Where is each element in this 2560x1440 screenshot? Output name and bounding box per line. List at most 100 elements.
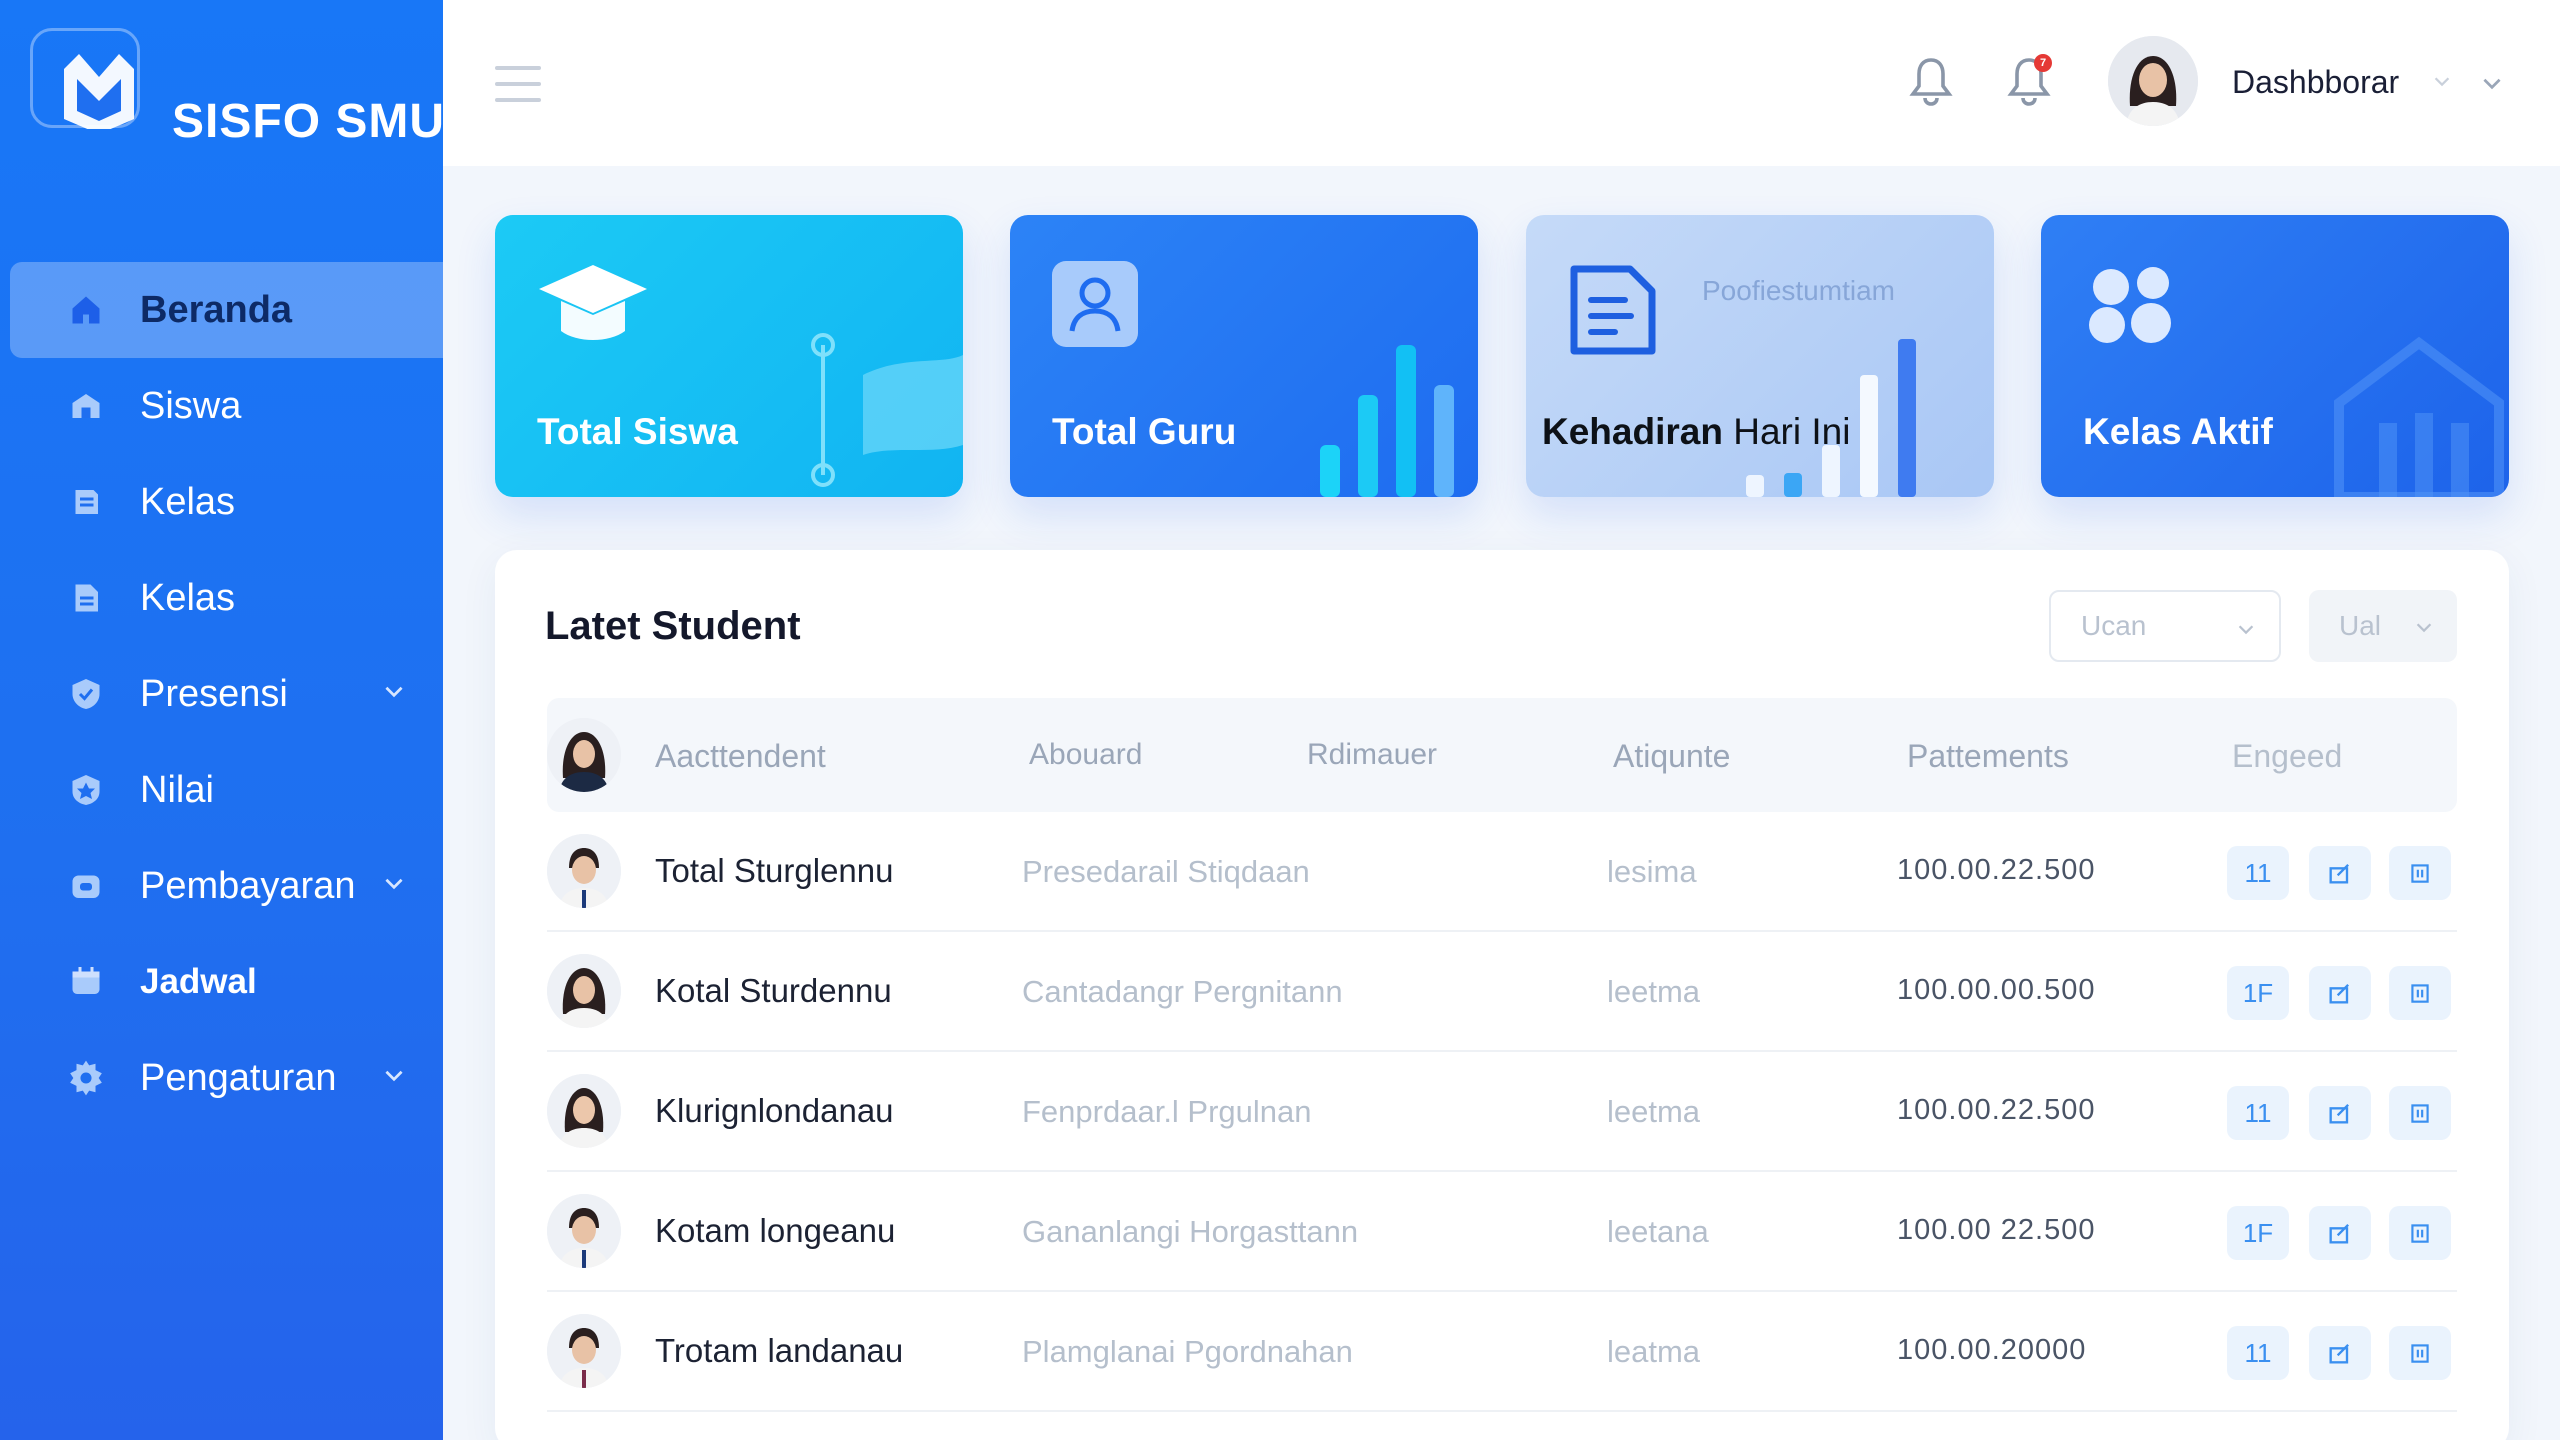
column-header[interactable]: Pattements <box>1907 738 2069 775</box>
avatar <box>547 834 621 908</box>
graduation-cap-icon <box>539 265 647 340</box>
avatar <box>547 1074 621 1148</box>
table-row[interactable]: Kotal Sturdennu Cantadangr Pergnitann le… <box>547 932 2457 1052</box>
filter-label: Ucan <box>2081 610 2147 641</box>
delete-button[interactable] <box>2389 846 2451 900</box>
column-header[interactable]: Rdimauer <box>1307 738 1437 772</box>
sidebar-item-label: Beranda <box>140 288 293 331</box>
building-decor-icon <box>2334 336 2504 497</box>
sidebar-item-nilai[interactable]: Nilai <box>0 742 443 838</box>
chevron-down-icon <box>2238 625 2254 635</box>
student-status: lesima <box>1607 854 1697 889</box>
sidebar-item-label: Siswa <box>140 384 242 427</box>
column-header[interactable]: Atiqunte <box>1613 738 1730 775</box>
sidebar-item-kelas-2[interactable]: Kelas <box>0 550 443 646</box>
view-button[interactable]: 11 <box>2227 1086 2289 1140</box>
table-row[interactable]: Total Sturglennu Presedarail Stiqdaan le… <box>547 812 2457 932</box>
avatar <box>547 718 621 792</box>
sidebar-item-presensi[interactable]: Presensi <box>0 646 443 742</box>
student-name[interactable]: Kotam longeanu <box>655 1212 895 1250</box>
chevron-down-icon <box>385 878 403 890</box>
student-payment: 100.00.22.500 <box>1897 1094 2096 1126</box>
brand-logo <box>30 28 140 129</box>
student-payment: 100.00.20000 <box>1897 1334 2087 1366</box>
wallet-icon <box>66 866 106 906</box>
student-status: leetma <box>1607 974 1701 1009</box>
user-name[interactable]: Dashbborar <box>2232 64 2399 101</box>
logo-icon <box>64 54 134 129</box>
view-button[interactable]: 11 <box>2227 1326 2289 1380</box>
stat-card-title: Total Guru <box>1052 411 1237 452</box>
delete-icon <box>2411 1104 2429 1123</box>
stat-card-title: Kehadiran Hari Ini <box>1542 411 1850 453</box>
stat-card-kelas-aktif[interactable]: Kelas Aktif <box>2041 215 2509 497</box>
chevron-down-icon <box>2416 623 2432 633</box>
student-name[interactable]: Trotam landanau <box>655 1332 903 1370</box>
table-row[interactable]: Klurignlondanau Fenprdaar.l Prgulnan lee… <box>547 1052 2457 1172</box>
delete-button[interactable] <box>2389 966 2451 1020</box>
edit-button[interactable] <box>2309 1326 2371 1380</box>
badge-icon <box>66 770 106 810</box>
sidebar-item-label: Pengaturan <box>140 1056 337 1099</box>
sidebar-nav: Beranda Siswa Kelas Kelas Presensi Nilai… <box>0 262 443 1126</box>
student-name[interactable]: Klurignlondanau <box>655 1092 894 1130</box>
delete-button[interactable] <box>2389 1086 2451 1140</box>
brand[interactable]: SISFO SMU <box>30 28 444 148</box>
menu-toggle-icon[interactable] <box>495 66 541 102</box>
edit-icon <box>2329 864 2349 884</box>
view-button[interactable]: 1F <box>2227 1206 2289 1260</box>
stat-card-title-bold: Kehadiran <box>1542 411 1723 452</box>
edit-button[interactable] <box>2309 1206 2371 1260</box>
stat-card-title-light: Hari Ini <box>1722 411 1851 452</box>
view-button[interactable]: 11 <box>2227 846 2289 900</box>
user-avatar[interactable] <box>2108 36 2198 126</box>
latest-student-panel: Latet Student Ucan Ual Aacttendent Aboua… <box>495 550 2509 1440</box>
avatar <box>547 1314 621 1388</box>
sidebar: SISFO SMU Beranda Siswa Kelas Kelas Pres… <box>0 0 444 1440</box>
chevron-down-icon[interactable] <box>2431 70 2453 92</box>
sidebar-item-label: Presensi <box>140 672 288 715</box>
edit-button[interactable] <box>2309 1086 2371 1140</box>
home-icon <box>66 290 106 330</box>
edit-button[interactable] <box>2309 846 2371 900</box>
sidebar-item-pengaturan[interactable]: Pengaturan <box>0 1030 443 1126</box>
column-header[interactable]: Abouard <box>1029 738 1142 772</box>
sidebar-item-beranda[interactable]: Beranda <box>10 262 443 358</box>
chevron-down-icon[interactable] <box>2479 70 2505 96</box>
sidebar-item-pembayaran[interactable]: Pembayaran <box>0 838 443 934</box>
delete-button[interactable] <box>2389 1326 2451 1380</box>
sidebar-item-kelas[interactable]: Kelas <box>0 454 443 550</box>
calendar-icon <box>66 962 106 1002</box>
shield-check-icon <box>66 674 106 714</box>
document-icon <box>66 578 106 618</box>
column-header[interactable]: Aacttendent <box>655 738 826 775</box>
panel-title: Latet Student <box>545 604 801 648</box>
view-button[interactable]: 1F <box>2227 966 2289 1020</box>
chevron-down-icon <box>385 1070 403 1082</box>
bar-chart-icon <box>1746 339 1916 497</box>
bell-icon[interactable] <box>1907 56 1955 108</box>
sidebar-item-jadwal[interactable]: Jadwal <box>0 934 443 1030</box>
stat-card-kehadiran[interactable]: Poofiestumtiam Kehadiran Hari Ini <box>1526 215 1994 497</box>
decorative-graphic-icon <box>811 333 963 487</box>
sidebar-item-label: Nilai <box>140 768 214 811</box>
filter-select-1[interactable]: Ucan <box>2049 590 2281 662</box>
user-icon <box>1052 261 1138 347</box>
brand-name: SISFO SMU <box>172 95 446 148</box>
stat-card-total-siswa[interactable]: Total Siswa <box>495 215 963 497</box>
avatar <box>547 954 621 1028</box>
delete-button[interactable] <box>2389 1206 2451 1260</box>
student-status: leatma <box>1607 1334 1701 1369</box>
filter-select-2[interactable]: Ual <box>2309 590 2457 662</box>
table-row[interactable]: Kotam longeanu Gananlangi Horgasttann le… <box>547 1172 2457 1292</box>
student-status: leetana <box>1607 1214 1709 1249</box>
sidebar-item-siswa[interactable]: Siswa <box>0 358 443 454</box>
stat-card-total-guru[interactable]: Total Guru <box>1010 215 1478 497</box>
chevron-down-icon <box>385 686 403 698</box>
edit-button[interactable] <box>2309 966 2371 1020</box>
column-header[interactable]: Engeed <box>2232 738 2342 775</box>
table-row[interactable]: Trotam landanau Plamglanai Pgordnahan le… <box>547 1292 2457 1412</box>
student-name[interactable]: Kotal Sturdennu <box>655 972 892 1010</box>
student-name[interactable]: Total Sturglennu <box>655 852 894 890</box>
clipboard-icon <box>1570 265 1656 355</box>
